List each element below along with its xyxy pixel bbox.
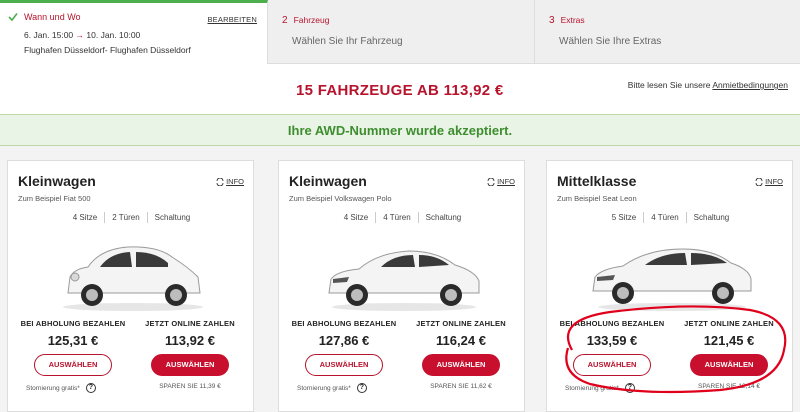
terms-notice: Bitte lesen Sie unsere Anmietbedingungen xyxy=(628,80,788,90)
pay-at-pickup-label: BEI ABHOLUNG BEZAHLEN xyxy=(20,319,126,328)
cancellation-text: Stornierung gratis* xyxy=(297,384,351,392)
results-title: 15 FAHRZEUGE AB 113,92 € xyxy=(296,82,504,99)
vehicle-card: Kleinwagen Zum Beispiel Volkswagen Polo … xyxy=(278,160,525,412)
savings-note: SPAREN SIE 11,39 € xyxy=(159,383,221,390)
pay-online-price: 116,24 € xyxy=(436,333,486,348)
pay-at-pickup-label: BEI ABHOLUNG BEZAHLEN xyxy=(291,319,397,328)
select-pay-online-button[interactable]: AUSWÄHLEN xyxy=(690,354,768,376)
help-icon[interactable]: ? xyxy=(85,383,96,393)
pay-at-pickup-price: 133,59 € xyxy=(586,333,638,348)
vehicle-features: 5 Sitze 4 Türen Schaltung xyxy=(547,212,794,223)
step-subtitle: Wählen Sie Ihr Fahrzeug xyxy=(292,36,403,47)
terms-text: Bitte lesen Sie unsere xyxy=(627,80,713,90)
vehicle-example: Zum Beispiel Fiat 500 xyxy=(18,194,91,203)
savings-note: SPAREN SIE 12,14 € xyxy=(697,383,761,390)
info-link[interactable]: INFO xyxy=(755,177,783,186)
swap-icon xyxy=(216,177,224,186)
step-number: 3 xyxy=(549,15,555,26)
feature-seats: 4 Sitze xyxy=(337,212,377,223)
step-vehicle[interactable]: 2 Fahrzeug Wählen Sie Ihr Fahrzeug xyxy=(268,0,535,64)
feature-doors: 4 Türen xyxy=(376,212,419,223)
info-label: INFO xyxy=(765,177,783,186)
vehicle-card: Kleinwagen Zum Beispiel Fiat 500 INFO 4 … xyxy=(7,160,254,412)
free-cancellation-note: Stornierung gratis*? xyxy=(565,383,635,393)
pay-at-pickup-price: 127,86 € xyxy=(318,333,370,348)
pay-online-label: JETZT ONLINE ZAHLEN xyxy=(416,319,506,328)
cancellation-text: Stornierung gratis* xyxy=(565,384,619,392)
rental-location: Flughafen Düsseldorf- Flughafen Düsseldo… xyxy=(24,45,191,55)
step-title: Wann und Wo xyxy=(24,12,81,22)
pay-at-pickup-label: BEI ABHOLUNG BEZAHLEN xyxy=(559,319,665,328)
feature-doors: 2 Türen xyxy=(105,212,148,223)
pay-online-label: JETZT ONLINE ZAHLEN xyxy=(684,319,774,328)
feature-transmission: Schaltung xyxy=(425,213,462,222)
free-cancellation-note: Stornierung gratis*? xyxy=(297,383,367,393)
car-image-vw-polo xyxy=(328,250,480,311)
step-title: Extras xyxy=(560,15,585,25)
select-pay-online-button[interactable]: AUSWÄHLEN xyxy=(151,354,229,376)
cancellation-text: Stornierung gratis* xyxy=(26,384,80,392)
results-header: 15 FAHRZEUGE AB 113,92 € Bitte lesen Sie… xyxy=(0,64,800,114)
free-cancellation-note: Stornierung gratis*? xyxy=(26,383,96,393)
step-title: Fahrzeug xyxy=(293,15,330,25)
awd-accepted-banner: Ihre AWD-Nummer wurde akzeptiert. xyxy=(0,114,800,146)
feature-doors: 4 Türen xyxy=(644,212,687,223)
step-number: 2 xyxy=(282,15,288,26)
help-icon[interactable]: ? xyxy=(356,383,367,393)
info-link[interactable]: INFO xyxy=(216,177,244,186)
terms-link[interactable]: Anmietbedingungen xyxy=(712,80,788,90)
select-pay-at-pickup-button[interactable]: AUSWÄHLEN xyxy=(305,354,383,376)
feature-transmission: Schaltung xyxy=(693,213,730,222)
vehicle-class: Mittelklasse xyxy=(557,173,637,189)
pickup-date: 6. Jan. 15:00 xyxy=(24,30,74,40)
pay-online-price: 121,45 € xyxy=(703,333,755,348)
vehicle-example: Zum Beispiel Seat Leon xyxy=(557,194,637,203)
vehicle-features: 4 Sitze 2 Türen Schaltung xyxy=(8,212,255,223)
step-subtitle: Wählen Sie Ihre Extras xyxy=(559,36,662,47)
select-pay-at-pickup-button[interactable]: AUSWÄHLEN xyxy=(573,354,651,376)
return-date: 10. Jan. 10:00 xyxy=(86,30,141,40)
step-when-where: Wann und Wo BEARBEITEN 6. Jan. 15:00 → 1… xyxy=(0,0,268,64)
info-label: INFO xyxy=(497,177,515,186)
edit-link[interactable]: BEARBEITEN xyxy=(207,15,257,24)
car-image-seat-leon xyxy=(592,248,752,311)
pay-online-label: JETZT ONLINE ZAHLEN xyxy=(145,319,235,328)
rental-dates: 6. Jan. 15:00 → 10. Jan. 10:00 xyxy=(24,30,257,40)
feature-seats: 4 Sitze xyxy=(66,212,106,223)
pay-at-pickup-price: 125,31 € xyxy=(47,333,99,348)
vehicle-example: Zum Beispiel Volkswagen Polo xyxy=(289,194,392,203)
select-pay-online-button[interactable]: AUSWÄHLEN xyxy=(422,354,500,376)
swap-icon xyxy=(755,177,763,186)
vehicle-card: Mittelklasse Zum Beispiel Seat Leon INFO… xyxy=(546,160,793,412)
vehicle-class: Kleinwagen xyxy=(18,173,96,189)
arrow-icon: → xyxy=(75,30,85,40)
feature-seats: 5 Sitze xyxy=(605,212,645,223)
swap-icon xyxy=(487,177,495,186)
info-link[interactable]: INFO xyxy=(487,177,515,186)
car-image-fiat-500 xyxy=(63,246,203,311)
info-label: INFO xyxy=(226,177,244,186)
banner-text: Ihre AWD-Nummer wurde akzeptiert. xyxy=(287,123,513,138)
booking-steps: Wann und Wo BEARBEITEN 6. Jan. 15:00 → 1… xyxy=(0,0,800,64)
vehicle-features: 4 Sitze 4 Türen Schaltung xyxy=(279,212,526,223)
pay-online-price: 113,92 € xyxy=(165,333,215,348)
savings-note: SPAREN SIE 11,62 € xyxy=(430,383,492,390)
select-pay-at-pickup-button[interactable]: AUSWÄHLEN xyxy=(34,354,112,376)
vehicle-class: Kleinwagen xyxy=(289,173,367,189)
feature-transmission: Schaltung xyxy=(154,213,191,222)
help-icon[interactable]: ? xyxy=(624,383,635,393)
check-icon xyxy=(8,13,18,22)
step-extras[interactable]: 3 Extras Wählen Sie Ihre Extras xyxy=(535,0,800,64)
